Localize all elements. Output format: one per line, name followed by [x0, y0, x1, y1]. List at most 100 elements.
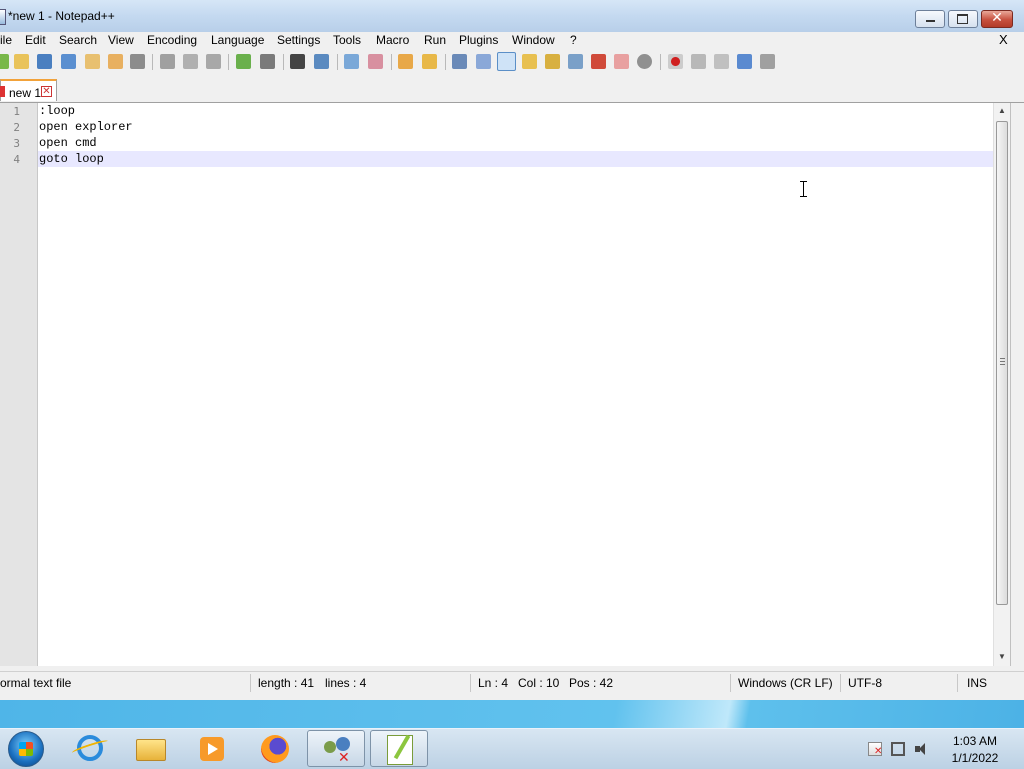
- undo-icon[interactable]: [236, 54, 251, 69]
- save-all-icon[interactable]: [61, 54, 76, 69]
- code-line[interactable]: open explorer: [38, 119, 994, 135]
- taskbar-firefox[interactable]: [245, 730, 303, 767]
- menu-tools[interactable]: Tools: [333, 33, 361, 47]
- function-list-icon[interactable]: [568, 54, 583, 69]
- line-number-gutter: 1 2 3 4: [0, 103, 38, 666]
- folder-as-workspace-icon[interactable]: [591, 54, 606, 69]
- menu-bar: ile Edit Search View Encoding Language S…: [0, 32, 1024, 50]
- sync-horizontal-icon[interactable]: [422, 54, 437, 69]
- run-macro-multiple-icon[interactable]: [737, 54, 752, 69]
- print-icon[interactable]: [130, 54, 145, 69]
- taskbar-user-accounts[interactable]: ✕: [307, 730, 365, 767]
- notepadpp-window: *new 1 - Notepad++ ✕ ile Edit Search Vie…: [0, 0, 1024, 700]
- network-icon[interactable]: [891, 742, 905, 756]
- toolbar-separator: [152, 54, 153, 70]
- status-encoding[interactable]: UTF-8: [848, 676, 882, 690]
- notepadpp-app-icon[interactable]: [0, 9, 6, 25]
- save-icon[interactable]: [37, 54, 52, 69]
- close-window-button[interactable]: ✕: [981, 9, 1013, 28]
- taskbar-notepad-plus-plus[interactable]: [370, 730, 428, 767]
- find-icon[interactable]: [290, 54, 305, 69]
- status-eol[interactable]: Windows (CR LF): [738, 676, 833, 690]
- folder-icon: [136, 739, 166, 761]
- doc-map-icon[interactable]: [545, 54, 560, 69]
- vertical-scrollbar[interactable]: ▲ ▼: [993, 103, 1010, 666]
- scroll-up-icon[interactable]: ▲: [994, 103, 1010, 119]
- menu-search[interactable]: Search: [59, 33, 97, 47]
- taskbar-clock[interactable]: 1:03 AM 1/1/2022: [940, 733, 1010, 767]
- menu-encoding[interactable]: Encoding: [147, 33, 197, 47]
- close-icon[interactable]: [85, 54, 100, 69]
- playback-macro-icon[interactable]: [714, 54, 729, 69]
- toolbar-separator: [660, 54, 661, 70]
- restore-icon: [957, 14, 968, 24]
- replace-icon[interactable]: [314, 54, 329, 69]
- code-line[interactable]: open cmd: [38, 135, 994, 151]
- status-bar: ormal text file length : 41 lines : 4 Ln…: [0, 671, 1024, 694]
- status-lines: lines : 4: [325, 676, 367, 690]
- code-line[interactable]: :loop: [38, 103, 994, 119]
- restore-button[interactable]: [948, 10, 978, 28]
- monitoring-icon[interactable]: [614, 54, 629, 69]
- status-divider: [470, 674, 471, 692]
- menu-macro[interactable]: Macro: [376, 33, 409, 47]
- menu-settings[interactable]: Settings: [277, 33, 320, 47]
- status-divider: [730, 674, 731, 692]
- title-bar[interactable]: *new 1 - Notepad++ ✕: [0, 0, 1024, 32]
- taskbar-file-explorer[interactable]: [122, 730, 180, 767]
- menu-file[interactable]: ile: [0, 33, 12, 47]
- tab-new-1[interactable]: new 1 ✕: [0, 79, 57, 101]
- desktop-background: [0, 700, 1024, 728]
- menu-help[interactable]: ?: [570, 33, 577, 47]
- start-button[interactable]: [8, 731, 44, 767]
- show-all-chars-icon[interactable]: [476, 54, 491, 69]
- status-divider: [957, 674, 958, 692]
- paste-icon[interactable]: [206, 54, 221, 69]
- cut-icon[interactable]: [160, 54, 175, 69]
- record-macro-icon[interactable]: [668, 54, 683, 69]
- current-code-line[interactable]: goto loop: [38, 151, 994, 167]
- menu-window[interactable]: Window: [512, 33, 555, 47]
- toolbar: [0, 51, 1024, 73]
- status-insert-mode[interactable]: INS: [967, 676, 987, 690]
- user-language-icon[interactable]: [522, 54, 537, 69]
- menu-run[interactable]: Run: [424, 33, 446, 47]
- open-icon[interactable]: [14, 54, 29, 69]
- menu-view[interactable]: View: [108, 33, 134, 47]
- taskbar-media-player[interactable]: [183, 730, 241, 767]
- editor-area[interactable]: 1 2 3 4 :loop open explorer open cmd got…: [0, 103, 1011, 666]
- scrollbar-thumb[interactable]: [996, 121, 1008, 605]
- close-all-icon[interactable]: [108, 54, 123, 69]
- minimize-button[interactable]: [915, 10, 945, 28]
- redo-icon[interactable]: [260, 54, 275, 69]
- scroll-down-icon[interactable]: ▼: [994, 649, 1010, 665]
- volume-icon[interactable]: [915, 742, 929, 756]
- toolbar-separator: [283, 54, 284, 70]
- toolbar-separator: [391, 54, 392, 70]
- copy-icon[interactable]: [183, 54, 198, 69]
- taskbar-internet-explorer[interactable]: [60, 730, 118, 767]
- user-accounts-icon: ✕: [324, 737, 352, 765]
- sync-vertical-icon[interactable]: [398, 54, 413, 69]
- tab-label: new 1: [9, 86, 42, 100]
- line-number: 2: [13, 121, 20, 134]
- close-document-button[interactable]: X: [999, 32, 1008, 47]
- ibeam-cursor-icon: [799, 181, 808, 197]
- word-wrap-icon[interactable]: [452, 54, 467, 69]
- menu-language[interactable]: Language: [211, 33, 264, 47]
- new-icon[interactable]: [0, 54, 9, 69]
- action-center-flag-icon[interactable]: ✕: [868, 742, 882, 757]
- indent-guide-icon[interactable]: [497, 52, 516, 71]
- menu-edit[interactable]: Edit: [25, 33, 46, 47]
- tab-close-icon[interactable]: ✕: [41, 86, 52, 97]
- status-divider: [840, 674, 841, 692]
- status-divider: [250, 674, 251, 692]
- document-list-icon[interactable]: [637, 54, 652, 69]
- toolbar-separator: [445, 54, 446, 70]
- scrollbar-grip-icon: [1000, 358, 1005, 366]
- stop-record-icon[interactable]: [691, 54, 706, 69]
- menu-plugins[interactable]: Plugins: [459, 33, 498, 47]
- zoom-out-icon[interactable]: [368, 54, 383, 69]
- save-macro-icon[interactable]: [760, 54, 775, 69]
- zoom-in-icon[interactable]: [344, 54, 359, 69]
